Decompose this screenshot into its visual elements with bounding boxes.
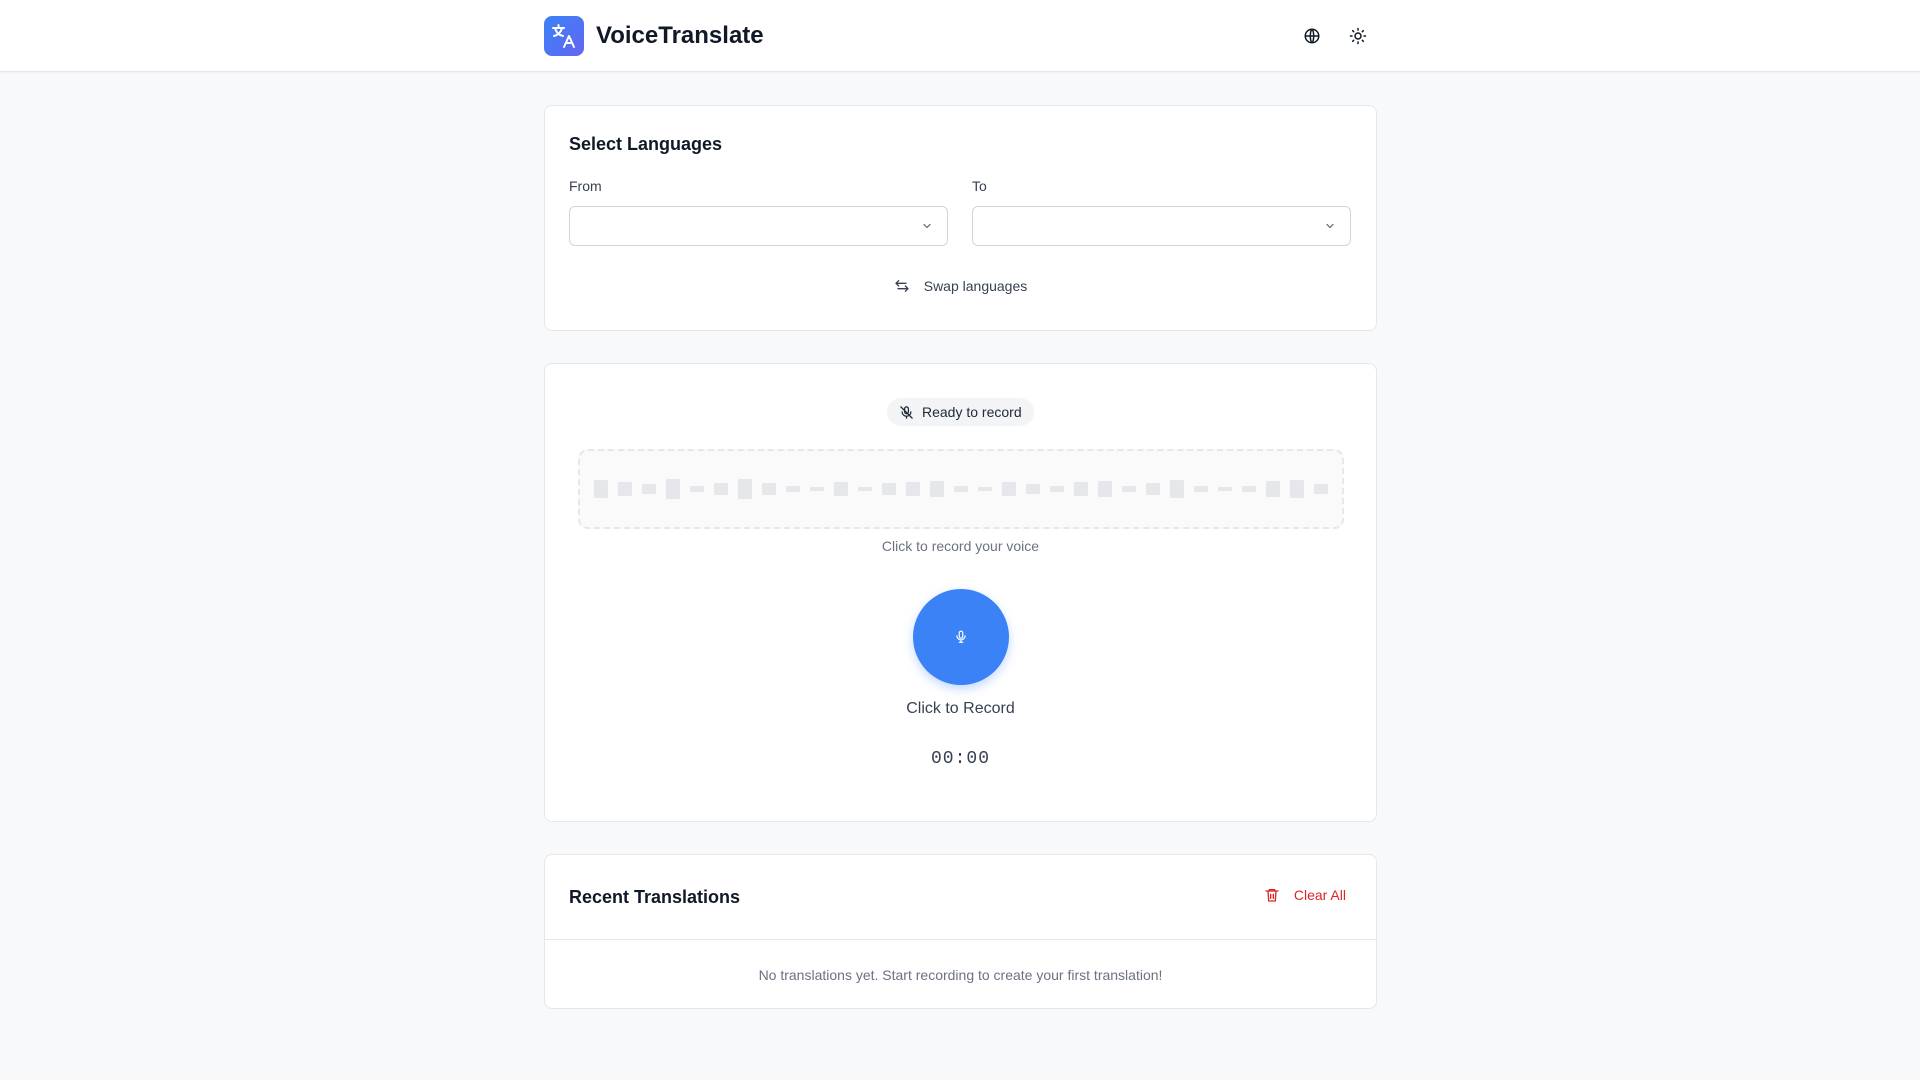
waveform-bar xyxy=(594,480,608,498)
from-label: From xyxy=(569,178,602,194)
waveform-bar xyxy=(834,482,848,496)
swap-label: Swap languages xyxy=(923,278,1028,294)
swap-icon xyxy=(895,280,909,292)
from-language-select[interactable] xyxy=(569,206,948,246)
waveform-hint: Click to record your voice xyxy=(881,538,1040,554)
waveform-bar xyxy=(810,487,824,491)
waveform-bar xyxy=(618,482,632,496)
waveform-bar xyxy=(1194,486,1208,492)
recent-translations-card: Recent Translations Clear All No transla… xyxy=(544,854,1377,1009)
section-title: Select Languages xyxy=(569,134,723,154)
recent-title: Recent Translations xyxy=(569,887,741,907)
record-button-label: Click to Record xyxy=(906,700,1015,717)
waveform-bar xyxy=(738,479,752,499)
waveform-bar xyxy=(1074,482,1088,496)
globe-icon xyxy=(1304,28,1320,44)
chevron-down-icon xyxy=(1326,223,1334,229)
app-title: VoiceTranslate xyxy=(596,22,764,49)
waveform-bar xyxy=(1290,480,1304,498)
waveform-bar xyxy=(1002,482,1016,496)
recorder-card: Ready to record Click to record your voi… xyxy=(544,363,1377,822)
waveform-bar xyxy=(1218,487,1232,491)
recording-timer: 00:00 xyxy=(930,749,990,769)
to-label: To xyxy=(972,178,987,194)
top-bar: VoiceTranslate xyxy=(0,0,1920,72)
record-button[interactable] xyxy=(913,589,1009,685)
waveform-bar xyxy=(1146,483,1160,495)
waveform-bar xyxy=(1266,481,1280,497)
waveform-bar xyxy=(690,486,704,492)
waveform-bar xyxy=(1098,481,1112,497)
waveform-bar xyxy=(1170,480,1184,498)
status-text: Ready to record xyxy=(922,404,1022,420)
microphone-icon xyxy=(956,630,966,643)
waveform-area[interactable] xyxy=(578,449,1344,529)
language-toggle-button[interactable] xyxy=(1296,20,1328,52)
waveform-bar xyxy=(1026,484,1040,494)
translate-icon xyxy=(544,16,584,56)
waveform-bar xyxy=(930,481,944,497)
clear-all-label: Clear All xyxy=(1293,887,1346,903)
sun-icon xyxy=(1349,27,1367,45)
status-badge: Ready to record xyxy=(887,398,1034,426)
waveform-bar xyxy=(714,483,728,495)
swap-languages-button[interactable]: Swap languages xyxy=(545,278,1376,294)
clear-all-button[interactable]: Clear All xyxy=(1264,887,1346,903)
mic-off-icon xyxy=(900,405,913,419)
waveform-bar xyxy=(978,487,992,491)
waveform-bar xyxy=(762,483,776,495)
trash-icon xyxy=(1265,889,1279,902)
waveform-bar xyxy=(1050,486,1064,492)
waveform-bar xyxy=(666,479,680,499)
waveform-bar xyxy=(642,484,656,494)
waveform-bar xyxy=(858,487,872,491)
waveform-bar xyxy=(1122,486,1136,492)
to-language-select[interactable] xyxy=(972,206,1351,246)
theme-toggle-button[interactable] xyxy=(1342,20,1374,52)
language-selection-card: Select Languages From To Swap languages xyxy=(544,105,1377,331)
waveform-bar xyxy=(954,486,968,492)
recent-header: Recent Translations Clear All xyxy=(545,855,1376,940)
waveform-bar xyxy=(1242,486,1256,492)
chevron-down-icon xyxy=(923,223,931,229)
empty-state-message: No translations yet. Start recording to … xyxy=(758,967,1163,983)
waveform-bar xyxy=(882,483,896,495)
waveform-bar xyxy=(1314,484,1328,494)
waveform-bar xyxy=(906,482,920,496)
brand[interactable]: VoiceTranslate xyxy=(544,16,764,56)
waveform-bar xyxy=(786,486,800,492)
